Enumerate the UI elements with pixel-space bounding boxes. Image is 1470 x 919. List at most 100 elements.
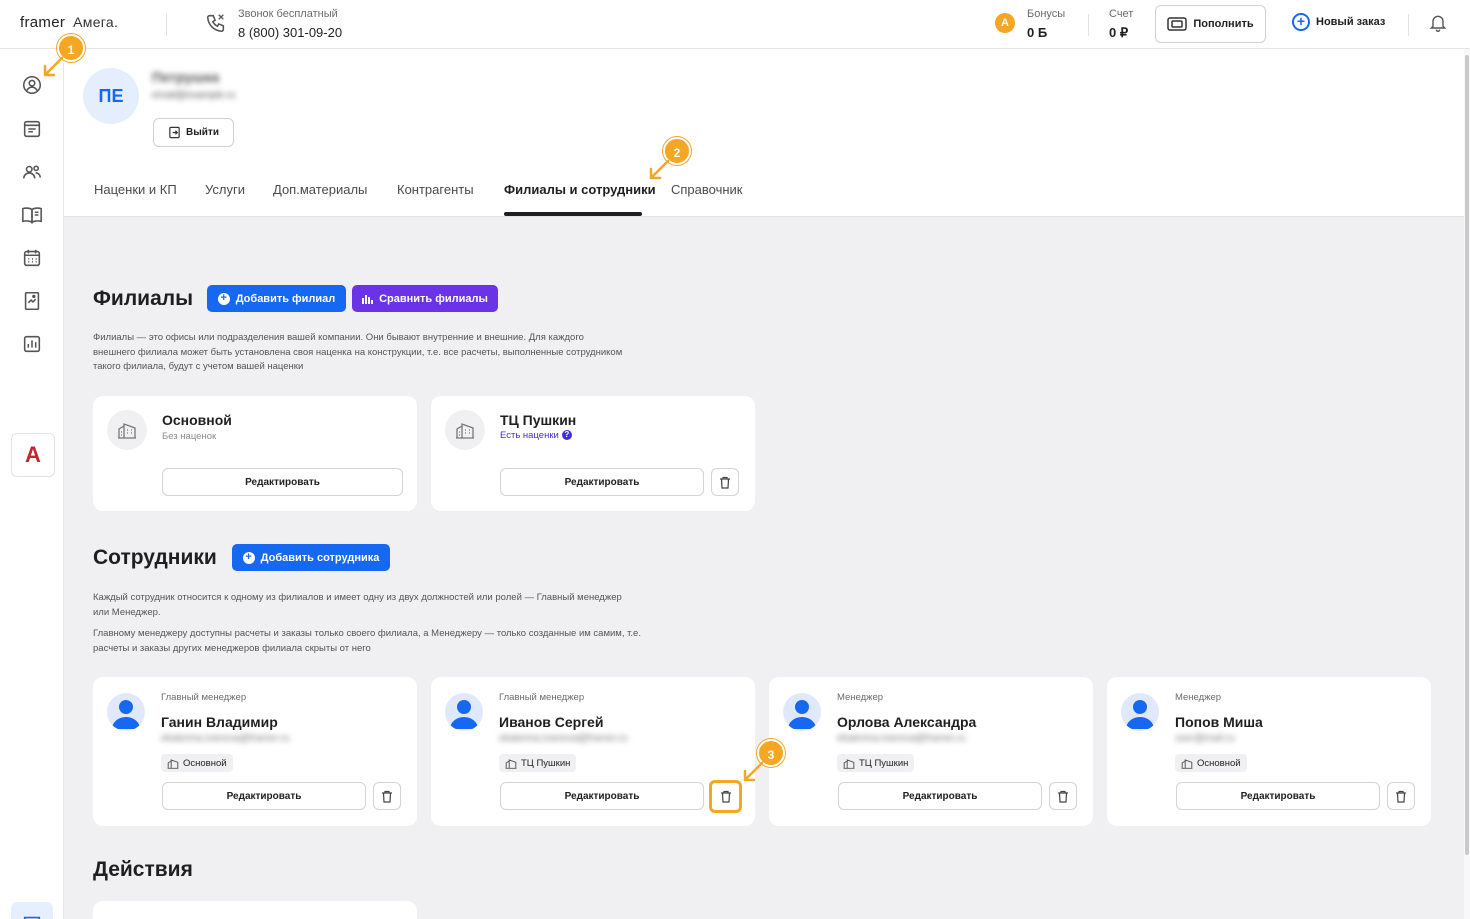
arrow-icon [743, 761, 764, 782]
branch-chip-label: ТЦ Пушкин [521, 757, 571, 769]
branch-markup-status: Без наценок [162, 431, 217, 442]
gallery-icon[interactable] [21, 290, 43, 312]
avatar [445, 693, 483, 731]
orders-icon[interactable] [21, 118, 43, 140]
avatar[interactable]: ПЕ [83, 68, 139, 124]
active-tab-indicator [504, 212, 642, 216]
phone-label: Звонок бесплатный [238, 8, 338, 20]
plus-icon: + [1292, 13, 1310, 31]
divider [1408, 14, 1409, 36]
trash-icon [720, 790, 731, 803]
edit-branch-button[interactable]: Редактировать [162, 468, 403, 496]
delete-employee-button[interactable] [373, 782, 401, 810]
topup-button[interactable]: Пополнить [1155, 5, 1266, 43]
employee-card: Главный менеджер Иванов Сергей ekaterina… [431, 677, 755, 826]
profile-email: email@example.ru [152, 90, 236, 101]
employee-card: Менеджер Попов Миша user@mail.ru Основно… [1107, 677, 1431, 826]
trash-icon [382, 790, 392, 803]
bonus-coin-icon: A [995, 13, 1015, 33]
tab-services[interactable]: Услуги [205, 182, 245, 197]
bonus-label: Бонусы [1027, 8, 1066, 20]
branches-description: Филиалы — это офисы или подразделения ва… [93, 332, 623, 372]
plus-icon: + [242, 551, 255, 564]
trash-icon [1396, 790, 1406, 803]
building-icon [167, 758, 179, 769]
employee-name: Иванов Сергей [499, 714, 604, 730]
catalog-icon[interactable] [21, 204, 43, 226]
logo-amega: Амега. [73, 14, 119, 30]
add-branch-button[interactable]: + Добавить филиал [207, 285, 346, 312]
calendar-icon[interactable] [21, 247, 43, 269]
edit-employee-button[interactable]: Редактировать [838, 782, 1042, 810]
analytics-icon[interactable] [21, 333, 43, 355]
branch-name: ТЦ Пушкин [500, 412, 577, 428]
scrollbar-thumb[interactable] [1465, 55, 1469, 855]
tab-markups[interactable]: Наценки и КП [94, 182, 177, 197]
clients-icon[interactable] [21, 161, 43, 183]
avatar [107, 693, 145, 731]
branch-chip: ТЦ Пушкин [499, 754, 577, 772]
employees-description-2: Главному менеджеру доступны расчеты и за… [93, 628, 641, 654]
action-card [93, 901, 417, 919]
chat-icon[interactable] [11, 902, 53, 919]
logout-label: Выйти [186, 127, 219, 138]
compare-branches-button[interactable]: Сравнить филиалы [352, 285, 498, 312]
tab-contractors[interactable]: Контрагенты [397, 182, 474, 197]
add-employee-button[interactable]: + Добавить сотрудника [232, 544, 390, 571]
account-label: Счет [1109, 8, 1134, 20]
employee-name: Орлова Александра [837, 714, 977, 730]
tab-reference[interactable]: Справочник [671, 182, 743, 197]
employee-name: Ганин Владимир [161, 714, 278, 730]
divider [166, 14, 167, 36]
new-order-button[interactable]: + Новый заказ [1292, 13, 1385, 31]
profile-name: Петрушка [152, 69, 220, 85]
building-icon [505, 758, 517, 769]
profile-header: ПЕ Петрушка email@example.ru Выйти Нацен… [64, 49, 1464, 217]
delete-employee-button[interactable] [1387, 782, 1415, 810]
tab-branches-employees[interactable]: Филиалы и сотрудники [504, 182, 656, 197]
phone-number[interactable]: 8 (800) 301-09-20 [238, 25, 342, 40]
employees-title: Сотрудники [93, 546, 217, 569]
phone-icon [205, 12, 227, 34]
bonus-value: 0 Б [1027, 25, 1048, 40]
divider [1088, 14, 1089, 36]
branch-markup-status[interactable]: Есть наценки? [500, 430, 572, 441]
compare-branches-label: Сравнить филиалы [379, 292, 488, 305]
amega-logo-icon[interactable]: A [11, 433, 55, 477]
employee-name: Попов Миша [1175, 714, 1263, 730]
logo[interactable]: framer Амега. [20, 14, 118, 31]
avatar [783, 693, 821, 731]
edit-employee-button[interactable]: Редактировать [1176, 782, 1380, 810]
avatar [1121, 693, 1159, 731]
branch-card: ТЦ Пушкин Есть наценки? Редактировать [431, 396, 755, 511]
building-icon [843, 758, 855, 769]
edit-branch-button[interactable]: Редактировать [500, 468, 704, 496]
employee-role: Менеджер [1175, 692, 1222, 703]
building-icon [1181, 758, 1193, 769]
branch-chip-label: ТЦ Пушкин [859, 757, 909, 769]
tab-extra-materials[interactable]: Доп.материалы [273, 182, 367, 197]
employee-email: ekaterina.ivanova@framer.ru [837, 733, 966, 744]
help-icon[interactable]: ? [561, 430, 572, 441]
edit-employee-button[interactable]: Редактировать [500, 782, 704, 810]
add-employee-label: Добавить сотрудника [260, 551, 380, 564]
branch-chip-label: Основной [1197, 757, 1241, 769]
delete-employee-button[interactable] [709, 780, 742, 813]
delete-branch-button[interactable] [711, 468, 739, 496]
logout-icon [168, 126, 181, 139]
employees-description-1: Каждый сотрудник относится к одному из ф… [93, 592, 622, 618]
topup-label: Пополнить [1193, 18, 1254, 30]
employee-role: Главный менеджер [161, 692, 247, 703]
logout-button[interactable]: Выйти [153, 118, 234, 147]
edit-employee-button[interactable]: Редактировать [162, 782, 366, 810]
logo-framer: framer [20, 14, 66, 31]
delete-employee-button[interactable] [1049, 782, 1077, 810]
plus-icon: + [217, 292, 230, 305]
building-icon [445, 410, 485, 450]
new-order-label: Новый заказ [1316, 16, 1386, 28]
employee-email: user@mail.ru [1175, 733, 1235, 744]
building-icon [107, 410, 147, 450]
employee-email: ekaterina.ivanova@framer.ru [499, 733, 628, 744]
bell-icon[interactable] [1428, 13, 1448, 33]
employee-role: Главный менеджер [499, 692, 585, 703]
